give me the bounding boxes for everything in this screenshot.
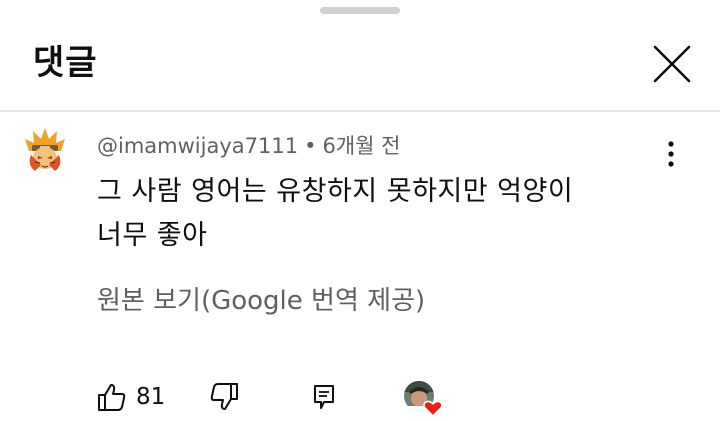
like-button[interactable]: 81 <box>96 378 165 416</box>
comment-meta: @imamwijaya7111 • 6개월 전 <box>97 131 400 161</box>
ninja-cartoon-avatar-icon <box>21 125 69 173</box>
comment-time: 6개월 전 <box>322 134 401 158</box>
close-icon <box>653 45 691 83</box>
comments-sheet: 댓글 @imamwijaya7111 • 6개월 전 그 사람 영어는 유창하지… <box>0 0 720 421</box>
drag-handle[interactable] <box>320 7 400 14</box>
reply-comment-icon <box>314 385 334 409</box>
header-divider <box>0 110 720 112</box>
thumbs-up-icon <box>98 384 126 411</box>
meta-separator: • <box>304 134 317 158</box>
comment-text: 그 사람 영어는 유창하지 못하지만 억양이 너무 좋아 <box>97 176 574 251</box>
close-button[interactable] <box>646 38 698 90</box>
more-vert-icon <box>668 141 674 167</box>
see-original-link[interactable]: 원본 보기(Google 번역 제공) <box>97 282 425 320</box>
reply-button[interactable] <box>312 378 338 416</box>
dislike-button[interactable] <box>208 378 240 416</box>
sheet-title: 댓글 <box>33 43 98 83</box>
author-handle[interactable]: @imamwijaya7111 <box>97 134 298 158</box>
like-count: 81 <box>136 384 166 410</box>
creator-heart-badge <box>403 380 443 418</box>
thumbs-down-icon <box>210 383 238 410</box>
creator-heart-avatar-icon <box>404 381 443 418</box>
author-avatar[interactable] <box>21 125 69 173</box>
more-options-button[interactable] <box>656 138 686 170</box>
